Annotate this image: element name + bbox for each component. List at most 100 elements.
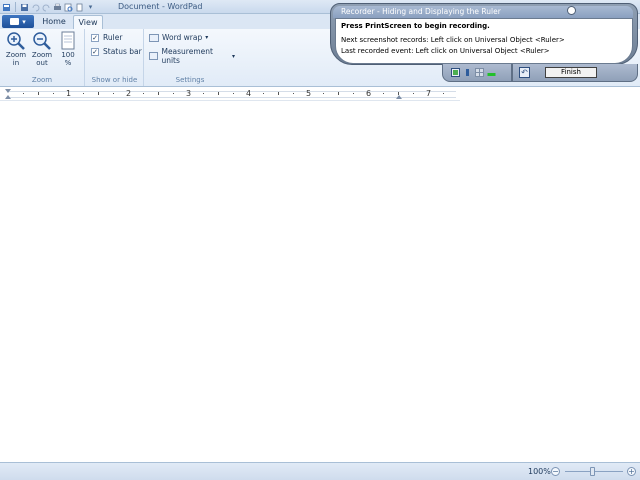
recorder-panel: Recorder - Hiding and Displaying the Rul… — [330, 3, 638, 65]
zoom-out-icon — [33, 32, 51, 50]
ruler-tick — [263, 93, 264, 94]
measurement-units-label: Measurement units — [161, 47, 213, 65]
quick-access-toolbar: ▾ — [0, 0, 95, 14]
show-hide-group-label: Show or hide — [91, 76, 138, 84]
zoom-in-plus-icon[interactable]: + — [627, 467, 636, 476]
settings-group: Word wrap ▾ Measurement units ▾ Settings — [145, 29, 235, 86]
undo-record-icon[interactable]: ↶ — [519, 67, 530, 78]
ruler-tick — [173, 93, 174, 94]
ruler-track — [8, 91, 456, 98]
record-indicator-icon — [487, 68, 496, 77]
left-indent-marker[interactable] — [5, 95, 11, 99]
word-wrap-icon — [149, 33, 159, 42]
zoom-group: Zoom in Zoom out 100 % Zoom — [0, 29, 85, 86]
ruler-tick — [218, 92, 219, 95]
bar-icon[interactable] — [463, 68, 472, 77]
new-document-icon[interactable] — [75, 3, 84, 12]
status-bar-checkbox-row[interactable]: ✓ Status bar — [91, 47, 142, 56]
zoom-out-label: Zoom out — [31, 51, 53, 67]
application-menu-button[interactable]: ▾ — [2, 15, 34, 28]
recorder-title: Recorder - Hiding and Displaying the Rul… — [333, 6, 633, 18]
word-wrap-button[interactable]: Word wrap ▾ — [149, 33, 208, 42]
status-bar: 100% − + — [0, 462, 640, 480]
ruler-tick — [143, 93, 144, 94]
recorder-body: Press PrintScreen to begin recording. Ne… — [335, 18, 633, 64]
tab-home[interactable]: Home — [36, 15, 72, 29]
finish-button[interactable]: Finish — [545, 67, 597, 78]
ruler[interactable]: 1 2 3 4 5 6 7 — [0, 88, 460, 101]
ruler-tick — [353, 93, 354, 94]
zoom-100-label: 100 % — [61, 51, 75, 67]
ruler-number: 4 — [246, 89, 252, 98]
chevron-down-icon: ▾ — [231, 52, 235, 60]
tab-view[interactable]: View — [73, 15, 103, 29]
page-icon — [61, 31, 75, 50]
status-bar-checkbox-label: Status bar — [103, 47, 142, 56]
chevron-down-icon: ▾ — [205, 34, 209, 41]
ruler-tick — [113, 93, 114, 94]
ruler-tick — [203, 93, 204, 94]
ruler-tick — [278, 92, 279, 95]
settings-group-label: Settings — [175, 76, 205, 84]
ruler-checkbox-row[interactable]: ✓ Ruler — [91, 33, 122, 42]
ruler-number: 7 — [426, 89, 432, 98]
status-bar-checkbox[interactable]: ✓ — [91, 47, 99, 56]
right-indent-marker[interactable] — [396, 95, 402, 99]
print-icon[interactable] — [53, 3, 62, 12]
ruler-tick — [383, 93, 384, 94]
insert-screenshot-icon[interactable] — [451, 68, 460, 77]
zoom-group-label: Zoom — [31, 76, 53, 84]
undo-icon[interactable] — [31, 3, 40, 12]
recorder-toolbar — [442, 64, 512, 82]
recorder-instruction: Press PrintScreen to begin recording. — [341, 22, 490, 30]
recorder-toolbar-actions: ↶ Finish — [512, 64, 638, 82]
first-line-indent-marker[interactable] — [5, 89, 11, 93]
ruler-tick — [53, 93, 54, 94]
measurement-units-icon — [149, 52, 159, 60]
ruler-tick — [338, 92, 339, 95]
zoom-percentage: 100% — [528, 467, 551, 476]
ruler-number: 3 — [186, 89, 192, 98]
ruler-tick — [443, 93, 444, 94]
zoom-in-icon — [7, 32, 25, 50]
ruler-number: 2 — [126, 89, 132, 98]
ruler-tick — [38, 92, 39, 95]
ruler-tick — [413, 93, 414, 94]
chevron-down-icon: ▾ — [22, 17, 26, 26]
zoom-out-minus-icon[interactable]: − — [551, 467, 560, 476]
qat-separator — [15, 2, 16, 12]
document-icon — [10, 18, 20, 25]
show-hide-group: ✓ Ruler ✓ Status bar Show or hide — [86, 29, 144, 86]
ruler-checkbox[interactable]: ✓ — [91, 33, 99, 42]
zoom-100-button[interactable]: 100 % — [56, 31, 80, 67]
recorder-close-icon[interactable] — [567, 6, 576, 15]
app-icon — [2, 3, 11, 12]
document-editor[interactable] — [0, 102, 640, 462]
ruler-tick — [293, 93, 294, 94]
ruler-number: 6 — [366, 89, 372, 98]
ruler-number: 1 — [66, 89, 72, 98]
print-preview-icon[interactable] — [64, 3, 73, 12]
recorder-next-screenshot: Next screenshot records: Left click on U… — [341, 36, 565, 44]
zoom-in-button[interactable]: Zoom in — [4, 31, 28, 67]
ruler-checkbox-label: Ruler — [103, 33, 123, 42]
window-title: Document - WordPad — [118, 2, 203, 11]
word-wrap-label: Word wrap — [162, 33, 203, 42]
ruler-tick — [323, 93, 324, 94]
grid-icon[interactable] — [475, 68, 484, 77]
ruler-tick — [23, 93, 24, 94]
ruler-number: 5 — [306, 89, 312, 98]
zoom-in-label: Zoom in — [5, 51, 27, 67]
ruler-tick — [98, 92, 99, 95]
measurement-units-button[interactable]: Measurement units ▾ — [149, 47, 235, 65]
recorder-last-event: Last recorded event: Left click on Unive… — [341, 47, 550, 55]
customize-qat-chevron-down-icon[interactable]: ▾ — [86, 3, 95, 12]
ruler-tick — [398, 92, 399, 95]
ruler-tick — [158, 92, 159, 95]
zoom-slider-thumb[interactable] — [590, 467, 595, 476]
redo-icon[interactable] — [42, 3, 51, 12]
ruler-tick — [83, 93, 84, 94]
ruler-tick — [233, 93, 234, 94]
save-icon[interactable] — [20, 3, 29, 12]
zoom-out-button[interactable]: Zoom out — [30, 31, 54, 67]
